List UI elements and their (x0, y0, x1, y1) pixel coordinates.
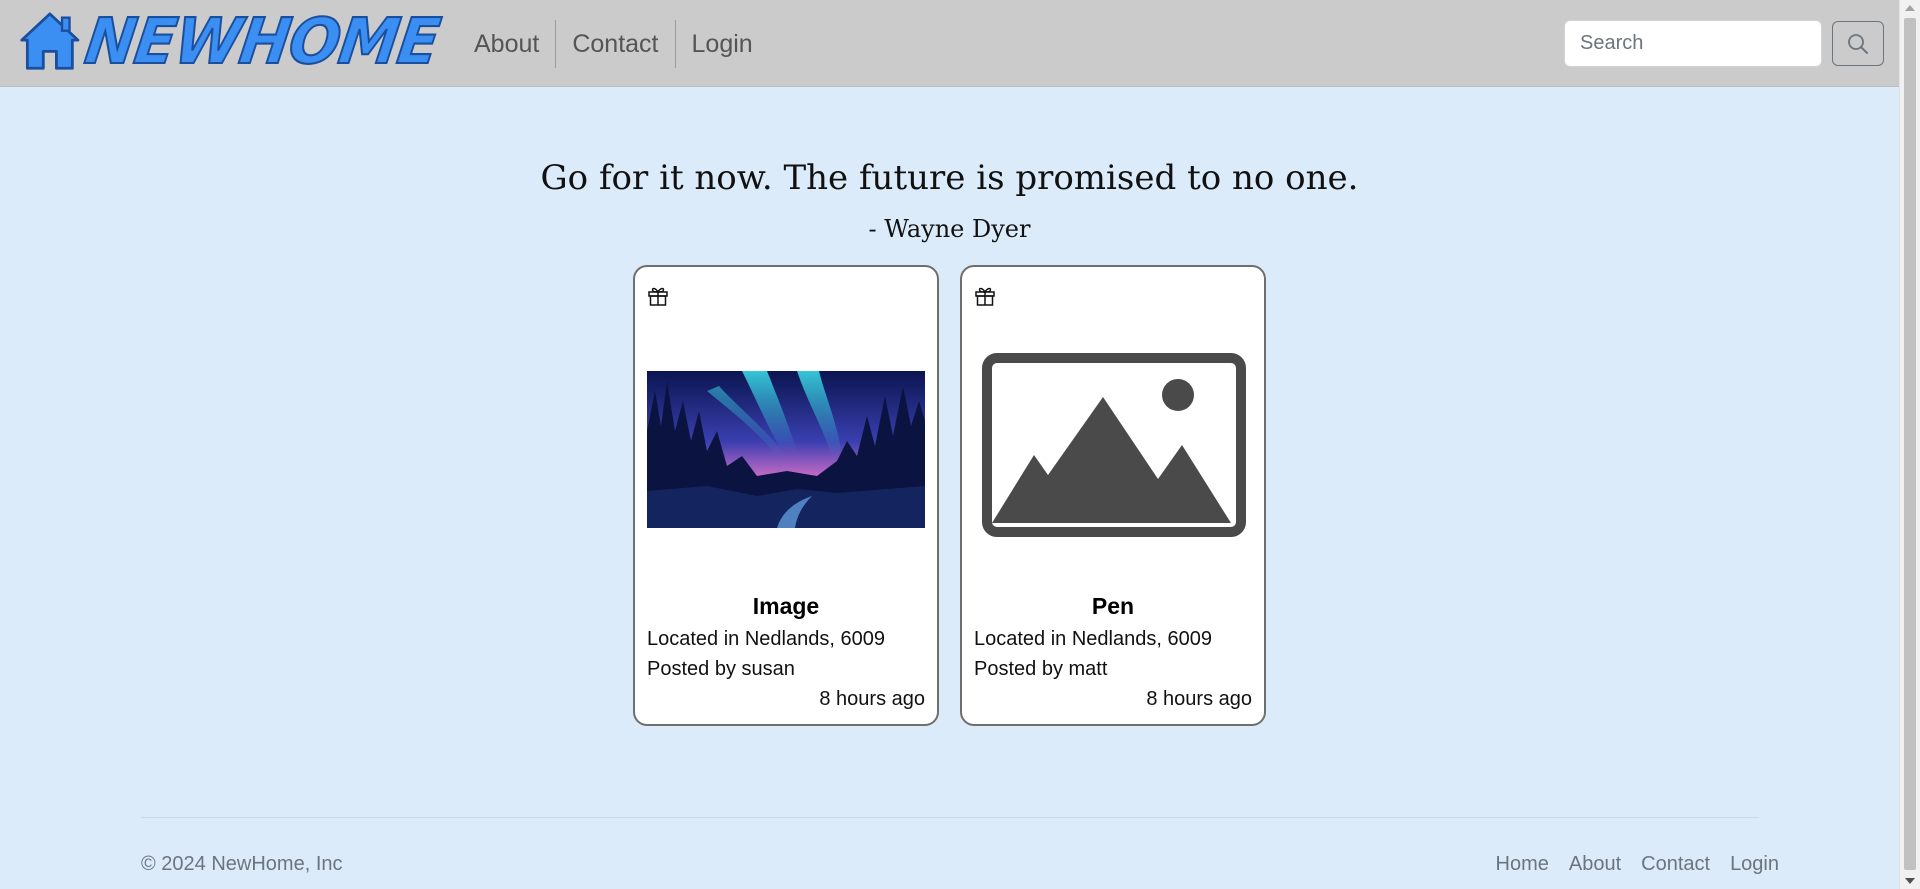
footer-link-home[interactable]: Home (1496, 853, 1549, 876)
nav-link-about[interactable]: About (458, 20, 555, 68)
brand-name: NEWHOME (80, 4, 445, 80)
listing-card[interactable]: Pen Located in Nedlands, 6009 Posted by … (960, 265, 1266, 726)
scroll-up-arrow-icon[interactable] (1905, 5, 1915, 11)
footer-link-about[interactable]: About (1569, 853, 1621, 876)
listing-title: Image (752, 593, 820, 619)
listing-poster: Posted by matt (974, 658, 1108, 680)
footer-nav: Home About Contact Login (1496, 853, 1780, 876)
listing-timestamp: 8 hours ago (1146, 688, 1252, 710)
listing-card[interactable]: Image Located in Nedlands, 6009 Posted b… (633, 265, 939, 726)
listing-poster: Posted by susan (647, 658, 795, 680)
brand-logo[interactable]: NEWHOME (18, 4, 444, 80)
main-nav: About Contact Login (458, 20, 769, 68)
listing-timestamp: 8 hours ago (819, 688, 925, 710)
nav-link-login[interactable]: Login (674, 20, 769, 68)
footer-link-login[interactable]: Login (1730, 853, 1779, 876)
image-placeholder-icon[interactable] (982, 353, 1246, 537)
nav-link-contact[interactable]: Contact (555, 20, 674, 68)
listing-photo-aurora-forest[interactable] (647, 371, 925, 528)
navbar: NEWHOME About Contact Login (0, 0, 1899, 87)
page-scrollbar[interactable] (1899, 0, 1920, 889)
scroll-down-arrow-icon[interactable] (1905, 878, 1915, 884)
search-button[interactable] (1832, 21, 1884, 66)
gift-icon (975, 287, 995, 306)
listing-location: Located in Nedlands, 6009 (974, 628, 1212, 650)
quote-author: - Wayne Dyer (868, 215, 1031, 243)
quote-text: Go for it now. The future is promised to… (540, 158, 1359, 198)
listing-location: Located in Nedlands, 6009 (647, 628, 885, 650)
footer-link-contact[interactable]: Contact (1641, 853, 1710, 876)
search-icon (1848, 33, 1868, 54)
scroll-thumb[interactable] (1904, 18, 1916, 870)
listing-title: Pen (1091, 593, 1135, 619)
house-icon (20, 12, 80, 70)
gift-icon (648, 287, 668, 306)
copyright-text: © 2024 NewHome, Inc (141, 853, 343, 875)
footer-divider (141, 817, 1759, 818)
search-input[interactable] (1564, 20, 1822, 67)
